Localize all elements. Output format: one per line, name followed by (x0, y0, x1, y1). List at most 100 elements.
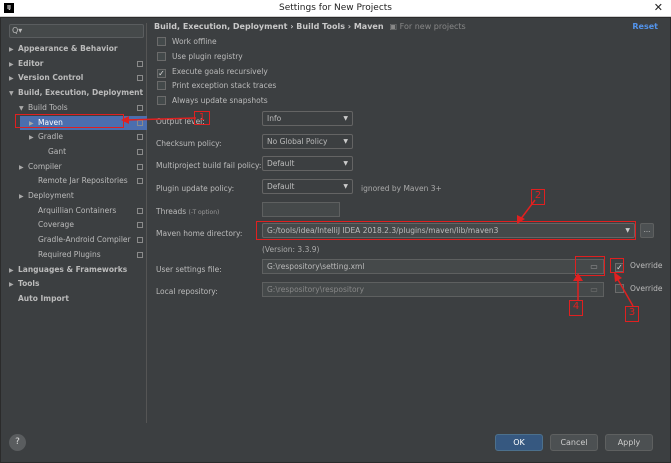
sidebar-item-deployment[interactable]: ▶ Deployment (7, 189, 147, 203)
sidebar-item-label: Remote Jar Repositories (38, 176, 128, 186)
annotation-arrow-2 (517, 199, 536, 224)
project-scope-icon (137, 251, 143, 258)
checkbox-print-exception-stack-traces[interactable]: Print exception stack traces (157, 80, 276, 92)
apply-button[interactable]: Apply (605, 434, 653, 451)
for-new-projects-hint: ▣ For new projects (389, 22, 466, 31)
sidebar-item-label: Required Plugins (38, 249, 101, 259)
checkbox-work-offline[interactable]: Work offline (157, 36, 217, 48)
sidebar-item-label: Tools (18, 279, 40, 289)
settings-sidebar: Q▾ ▶ Appearance & Behavior ▶ Editor ▶ Version… (7, 23, 147, 423)
threads-label-text: Threads (156, 207, 187, 216)
annotation-box-maven (15, 114, 124, 128)
override-label: Override (630, 261, 663, 270)
sidebar-item-label: Build Tools (28, 102, 68, 112)
annotation-arrow-4 (573, 273, 583, 301)
sidebar-item-compiler[interactable]: ▶ Compiler (7, 160, 147, 174)
sidebar-item-version-control[interactable]: ▶ Version Control (7, 71, 147, 85)
sidebar-item-build-execution-deployment[interactable]: ▼ Build, Execution, Deployment (7, 86, 147, 100)
chevron-down-icon: ▼ (343, 138, 348, 145)
checkbox-unchecked-icon (157, 96, 166, 106)
collapsed-triangle-icon[interactable]: ▶ (9, 58, 18, 72)
cancel-button[interactable]: Cancel (550, 434, 598, 451)
window-title: Settings for New Projects (279, 3, 392, 13)
local-repository-value: G:\respository\respository (267, 285, 365, 294)
maven-version-text: (Version: 3.3.9) (262, 245, 320, 254)
annotation-arrow-3 (614, 272, 634, 307)
checkbox-label: Print exception stack traces (172, 81, 277, 91)
collapsed-triangle-icon[interactable]: ▶ (9, 72, 18, 86)
breadcrumb: Build, Execution, Deployment › Build Too… (154, 22, 466, 31)
maven-home-label: Maven home directory: (156, 229, 243, 238)
annotation-arrow-1 (121, 116, 197, 124)
sidebar-item-arquillian-containers[interactable]: Arquillian Containers (7, 204, 147, 218)
sidebar-item-label: Gant (48, 146, 67, 156)
checkbox-label: Use plugin registry (172, 51, 243, 61)
threads-input[interactable] (262, 202, 340, 217)
collapsed-triangle-icon[interactable]: ▶ (19, 190, 28, 204)
search-input[interactable]: Q▾ (9, 24, 144, 38)
sidebar-item-coverage[interactable]: Coverage (7, 218, 147, 232)
sidebar-item-label: Auto Import (18, 293, 69, 303)
sidebar-item-label: Build, Execution, Deployment (18, 88, 144, 98)
plugin-update-policy-select[interactable]: Default ▼ (262, 179, 353, 194)
collapsed-triangle-icon[interactable]: ▶ (9, 43, 18, 57)
settings-dialog: Q▾ ▶ Appearance & Behavior ▶ Editor ▶ Version… (0, 17, 671, 463)
collapsed-triangle-icon[interactable]: ▶ (9, 264, 18, 278)
help-icon[interactable]: ? (9, 434, 26, 451)
checkbox-checked-icon: ✓ (157, 68, 166, 78)
user-settings-input[interactable]: G:\respository\setting.xml (262, 259, 604, 274)
dialog-footer: ? OK Cancel Apply (1, 428, 670, 463)
project-scope-icon (137, 207, 143, 214)
annotation-box-maven-home (256, 221, 636, 240)
local-repository-input[interactable]: G:\respository\respository (262, 282, 604, 297)
sidebar-item-tools[interactable]: ▶ Tools (7, 277, 147, 291)
output-level-select[interactable]: Info ▼ (262, 111, 353, 126)
user-settings-value: G:\respository\setting.xml (267, 262, 365, 271)
sidebar-item-editor[interactable]: ▶ Editor (7, 57, 147, 71)
sidebar-item-remote-jar-repositories[interactable]: Remote Jar Repositories (7, 174, 147, 188)
project-scope-icon (137, 148, 143, 155)
project-scope-icon (137, 163, 143, 170)
sidebar-item-label: Arquillian Containers (38, 205, 117, 215)
checkbox-use-plugin-registry[interactable]: Use plugin registry (157, 51, 243, 63)
checkbox-unchecked-icon (157, 81, 166, 91)
checkbox-unchecked-icon (157, 37, 166, 46)
project-scope-icon (137, 222, 143, 229)
browse-maven-home-button[interactable]: ... (640, 223, 654, 238)
sidebar-item-required-plugins[interactable]: Required Plugins (7, 248, 147, 262)
checkbox-execute-goals-recursively[interactable]: ✓ Execute goals recursively (157, 66, 268, 78)
collapsed-triangle-icon[interactable]: ▶ (9, 278, 18, 292)
checksum-policy-select[interactable]: No Global Policy ▼ (262, 134, 353, 149)
collapsed-triangle-icon[interactable]: ▶ (19, 161, 28, 175)
user-settings-label: User settings file: (156, 265, 222, 274)
expanded-triangle-icon[interactable]: ▼ (9, 87, 18, 101)
plugin-update-note: ignored by Maven 3+ (361, 184, 442, 193)
project-scope-icon (137, 134, 143, 141)
folder-icon[interactable]: ▭ (586, 283, 602, 296)
sidebar-item-languages-frameworks[interactable]: ▶ Languages & Frameworks (7, 263, 147, 277)
sidebar-item-gradle-android-compiler[interactable]: Gradle-Android Compiler (7, 233, 147, 247)
sidebar-item-label: Version Control (18, 73, 84, 83)
project-scope-icon (137, 178, 143, 185)
hint-label: For new projects (399, 22, 466, 31)
checksum-policy-label: Checksum policy: (156, 139, 222, 148)
annotation-number-3: 3 (625, 306, 639, 322)
sidebar-item-appearance-behavior[interactable]: ▶ Appearance & Behavior (7, 42, 147, 56)
plugin-update-policy-label: Plugin update policy: (156, 184, 235, 193)
close-icon[interactable]: ✕ (654, 2, 663, 14)
threads-label: Threads (-T option) (156, 207, 219, 216)
chevron-down-icon: ▼ (343, 160, 348, 167)
multiproject-policy-select[interactable]: Default ▼ (262, 156, 353, 171)
sidebar-item-gradle[interactable]: ▶ Gradle (7, 130, 147, 144)
ok-button[interactable]: OK (495, 434, 543, 451)
reset-link[interactable]: Reset (632, 22, 658, 31)
project-scope-icon (137, 104, 143, 111)
sidebar-item-label: Editor (18, 58, 44, 68)
local-repository-label: Local repository: (156, 287, 218, 296)
checkbox-label: Execute goals recursively (172, 66, 268, 76)
sidebar-item-gant[interactable]: Gant (7, 145, 147, 159)
checkbox-always-update-snapshots[interactable]: Always update snapshots (157, 95, 268, 107)
sidebar-item-auto-import[interactable]: Auto Import (7, 292, 147, 306)
collapsed-triangle-icon[interactable]: ▶ (29, 131, 38, 145)
sidebar-item-label: Deployment (28, 191, 74, 200)
